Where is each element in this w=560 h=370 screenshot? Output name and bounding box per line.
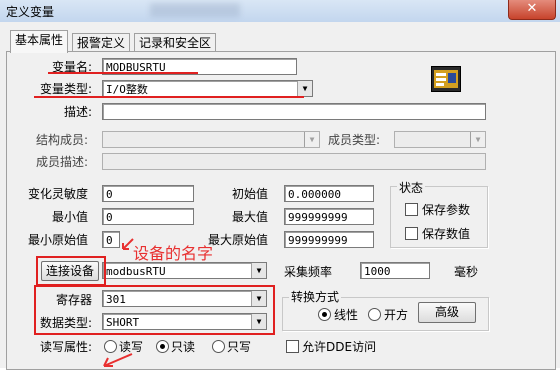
initial-label: 初始值 — [232, 187, 269, 201]
window-title: 定义变量 — [6, 5, 55, 19]
var-type-value: I/O整数 — [106, 83, 148, 96]
blurred-region — [150, 3, 240, 17]
red-box-register-datatype — [34, 285, 275, 335]
linear-radio[interactable] — [318, 308, 331, 321]
save-value-label: 保存数值 — [422, 227, 471, 241]
min-raw-input[interactable]: 0 — [102, 231, 120, 248]
sqrt-radio[interactable] — [368, 308, 381, 321]
max-input[interactable]: 999999999 — [284, 208, 374, 225]
member-desc-label: 成员描述: — [36, 155, 89, 169]
rw-writeonly-label: 只写 — [227, 340, 252, 354]
max-raw-label: 最大原始值 — [208, 233, 269, 247]
chevron-down-icon: ▼ — [304, 132, 319, 147]
close-button[interactable]: ✕ — [508, 0, 556, 20]
device-select[interactable]: modbusRTU ▼ — [102, 262, 267, 279]
min-raw-label: 最小原始值 — [28, 233, 89, 247]
allow-dde-checkbox[interactable] — [286, 340, 299, 353]
chevron-down-icon[interactable]: ▼ — [297, 81, 312, 96]
status-group-title: 状态 — [397, 179, 426, 196]
sample-freq-unit: 毫秒 — [454, 265, 479, 279]
title-bar — [0, 0, 560, 23]
sample-freq-label: 采集频率 — [284, 265, 333, 279]
tab-basic[interactable]: 基本属性 — [10, 30, 69, 53]
member-type-select: ▼ — [394, 131, 486, 148]
chevron-down-icon: ▼ — [470, 132, 485, 147]
rw-writeonly-radio[interactable] — [212, 340, 225, 353]
allow-dde-label: 允许DDE访问 — [302, 340, 377, 354]
sensitivity-input[interactable]: 0 — [102, 185, 194, 202]
rw-readonly-radio[interactable] — [156, 340, 169, 353]
rw-label: 读写属性: — [40, 340, 93, 354]
initial-input[interactable]: 0.000000 — [284, 185, 374, 202]
member-desc-input — [102, 153, 486, 170]
device-value: modbusRTU — [106, 265, 166, 278]
struct-member-select: ▼ — [102, 131, 320, 148]
sample-freq-input[interactable]: 1000 — [360, 262, 430, 279]
var-type-label: 变量类型: — [40, 82, 93, 96]
annotation-device-name: 设备的名字 — [133, 244, 214, 263]
annotation-arrow-icon — [122, 238, 134, 250]
tab-alarm[interactable]: 报警定义 — [72, 33, 131, 52]
struct-member-label: 结构成员: — [36, 133, 89, 147]
description-input[interactable] — [102, 103, 486, 120]
max-raw-input[interactable]: 999999999 — [284, 231, 374, 248]
red-box-device-button — [36, 256, 106, 286]
rw-readonly-label: 只读 — [171, 340, 196, 354]
linear-label: 线性 — [334, 308, 359, 322]
max-label: 最大值 — [232, 210, 269, 224]
var-type-select[interactable]: I/O整数 ▼ — [102, 80, 313, 97]
sqrt-label: 开方 — [384, 308, 409, 322]
save-value-checkbox[interactable] — [405, 227, 418, 240]
annotation-arrow-bottom-icon — [103, 353, 133, 367]
min-label: 最小值 — [52, 210, 89, 224]
save-param-checkbox[interactable] — [405, 203, 418, 216]
advanced-button[interactable]: 高级 — [418, 302, 476, 323]
sensitivity-label: 变化灵敏度 — [28, 187, 89, 201]
red-underline-var-type — [34, 96, 304, 98]
save-param-label: 保存参数 — [422, 203, 471, 217]
variable-properties-icon[interactable] — [431, 66, 461, 92]
convert-group-title: 转换方式 — [289, 288, 342, 305]
chevron-down-icon[interactable]: ▼ — [251, 263, 266, 278]
member-type-label: 成员类型: — [328, 133, 381, 147]
min-input[interactable]: 0 — [102, 208, 194, 225]
description-label: 描述: — [64, 105, 93, 119]
tab-record-security[interactable]: 记录和安全区 — [134, 33, 217, 52]
red-underline-var-name — [48, 72, 198, 74]
